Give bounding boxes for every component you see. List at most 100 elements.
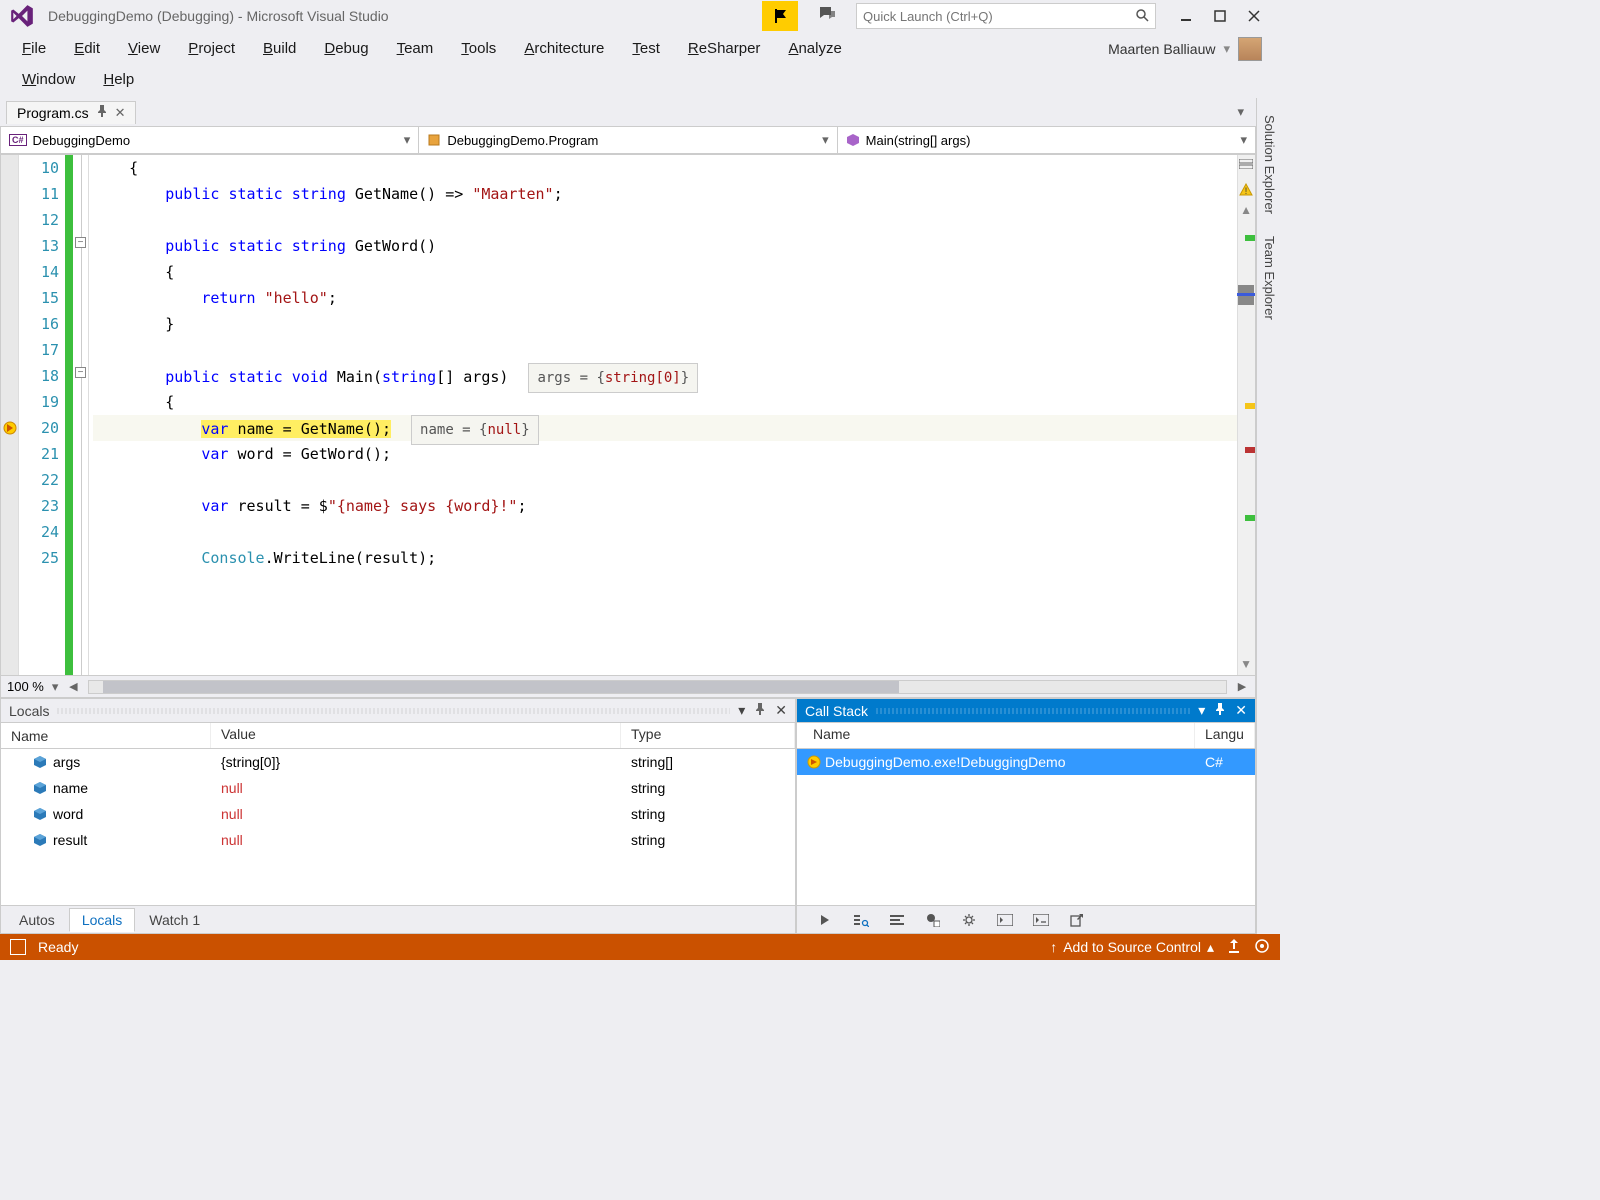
locals-row[interactable]: args{string[0]}string[] (1, 749, 795, 775)
split-icon[interactable] (1239, 157, 1253, 169)
dropdown-icon[interactable]: ▾ (1198, 702, 1205, 719)
settings-gear-icon[interactable] (959, 910, 979, 930)
user-avatar[interactable] (1238, 37, 1262, 61)
document-tabs: Program.cs ✕ ▾ (0, 98, 1256, 126)
source-control-button[interactable]: ↑ Add to Source Control ▴ (1050, 939, 1214, 956)
search-frames-icon[interactable] (851, 910, 871, 930)
zoom-level[interactable]: 100 % (7, 679, 44, 694)
menu-tools[interactable]: Tools (447, 36, 510, 61)
menu-team[interactable]: Team (383, 36, 448, 61)
vs-logo-icon (8, 2, 36, 30)
menu-edit[interactable]: Edit (60, 36, 114, 61)
scroll-up-icon[interactable]: ▲ (1240, 203, 1252, 217)
horizontal-scrollbar[interactable] (88, 680, 1227, 694)
minimize-button[interactable] (1178, 8, 1194, 24)
scroll-down-icon[interactable]: ▼ (1240, 657, 1252, 671)
callstack-grid-header: Name Langu (797, 723, 1255, 749)
pin-icon[interactable] (1215, 702, 1225, 719)
menu-analyze[interactable]: Analyze (774, 36, 855, 61)
code-editor[interactable]: 10111213141516171819202122232425 − − { p… (0, 154, 1256, 676)
locals-panel: Locals ▾ ✕ Name Value Type args{string[0… (0, 698, 796, 934)
maximize-button[interactable] (1212, 8, 1228, 24)
immediate-icon[interactable] (1031, 910, 1051, 930)
nav-class-label: DebuggingDemo.Program (447, 133, 598, 148)
panel-tab-watch-1[interactable]: Watch 1 (137, 909, 212, 931)
tab-overflow-icon[interactable]: ▾ (1231, 104, 1250, 120)
status-icon (10, 939, 26, 955)
column-header[interactable]: Type (621, 723, 795, 748)
menu-debug[interactable]: Debug (310, 36, 382, 61)
panel-tab-locals[interactable]: Locals (69, 908, 135, 932)
code-content[interactable]: { public static string GetName() => "Maa… (89, 155, 1237, 675)
breakpoint-current-icon[interactable] (2, 420, 18, 439)
menu-project[interactable]: Project (174, 36, 249, 61)
locals-row[interactable]: resultnullstring (1, 827, 795, 853)
document-tab[interactable]: Program.cs ✕ (6, 101, 136, 124)
callstack-grid-body[interactable]: DebuggingDemo.exe!DebuggingDemo C# (797, 749, 1255, 905)
variable-icon (33, 755, 47, 769)
notifications-icon[interactable] (1254, 938, 1270, 957)
side-tab-team-explorer[interactable]: Team Explorer (1257, 225, 1280, 331)
column-header[interactable]: Name (1, 723, 211, 748)
menu-test[interactable]: Test (618, 36, 674, 61)
fold-gutter[interactable]: − − (73, 155, 89, 675)
chevron-down-icon[interactable]: ▾ (1223, 41, 1230, 57)
notification-flag-icon[interactable] (762, 1, 798, 31)
column-header[interactable]: Name (797, 723, 1195, 748)
nav-method-dropdown[interactable]: Main(string[] args) ▾ (838, 127, 1255, 153)
nav-class-dropdown[interactable]: DebuggingDemo.Program ▾ (419, 127, 837, 153)
menu-build[interactable]: Build (249, 36, 310, 61)
line-number-gutter: 10111213141516171819202122232425 (19, 155, 65, 675)
publish-icon[interactable] (1226, 938, 1242, 957)
close-tab-icon[interactable]: ✕ (115, 105, 126, 121)
locals-row[interactable]: namenullstring (1, 775, 795, 801)
nav-project-dropdown[interactable]: C# DebuggingDemo ▾ (1, 127, 419, 153)
breakpoint-settings-icon[interactable] (923, 910, 943, 930)
callstack-panel-header: Call Stack ▾ ✕ (797, 699, 1255, 723)
threads-icon[interactable] (887, 910, 907, 930)
close-icon[interactable]: ✕ (775, 702, 787, 719)
frame-name: DebuggingDemo.exe!DebuggingDemo (825, 754, 1066, 770)
pin-icon[interactable] (97, 105, 107, 120)
menu-resharper[interactable]: ReSharper (674, 36, 775, 61)
pin-icon[interactable] (755, 702, 765, 719)
menu-window[interactable]: Window (8, 67, 89, 92)
chevron-down-icon: ▾ (404, 132, 411, 148)
locals-grid-body[interactable]: args{string[0]}string[]namenullstringwor… (1, 749, 795, 905)
locals-panel-header: Locals ▾ ✕ (1, 699, 795, 723)
chevron-up-icon: ▴ (1207, 939, 1214, 956)
panel-tab-autos[interactable]: Autos (7, 909, 67, 931)
callstack-toolbar (797, 905, 1255, 933)
locals-row[interactable]: wordnullstring (1, 801, 795, 827)
close-button[interactable] (1246, 8, 1262, 24)
search-icon[interactable] (1135, 8, 1149, 25)
scroll-left-icon[interactable]: ◀ (66, 680, 80, 693)
warning-icon[interactable]: ! (1239, 183, 1253, 197)
menu-help[interactable]: Help (89, 67, 148, 92)
chevron-down-icon[interactable]: ▾ (52, 679, 59, 695)
overview-ruler[interactable]: ! ▲ ▼ (1237, 155, 1255, 675)
scroll-right-icon[interactable]: ▶ (1235, 680, 1249, 693)
variable-icon (33, 807, 47, 821)
show-next-statement-icon[interactable] (815, 910, 835, 930)
quick-launch-search[interactable] (856, 3, 1156, 29)
quick-launch-input[interactable] (863, 9, 1135, 24)
column-header[interactable]: Value (211, 723, 621, 748)
method-icon (846, 133, 860, 147)
breakpoint-gutter[interactable] (1, 155, 19, 675)
svg-text:!: ! (1245, 186, 1248, 196)
output-icon[interactable] (995, 910, 1015, 930)
user-name[interactable]: Maarten Balliauw (1108, 41, 1215, 57)
dropdown-icon[interactable]: ▾ (738, 702, 745, 719)
side-tab-solution-explorer[interactable]: Solution Explorer (1257, 104, 1280, 225)
feedback-icon[interactable] (810, 5, 844, 28)
menu-file[interactable]: File (8, 36, 60, 61)
callstack-row[interactable]: DebuggingDemo.exe!DebuggingDemo C# (797, 749, 1255, 775)
column-header[interactable]: Langu (1195, 723, 1255, 748)
fold-toggle-icon[interactable]: − (75, 237, 86, 248)
menu-view[interactable]: View (114, 36, 174, 61)
fold-toggle-icon[interactable]: − (75, 367, 86, 378)
export-icon[interactable] (1067, 910, 1087, 930)
menu-architecture[interactable]: Architecture (510, 36, 618, 61)
close-icon[interactable]: ✕ (1235, 702, 1247, 719)
